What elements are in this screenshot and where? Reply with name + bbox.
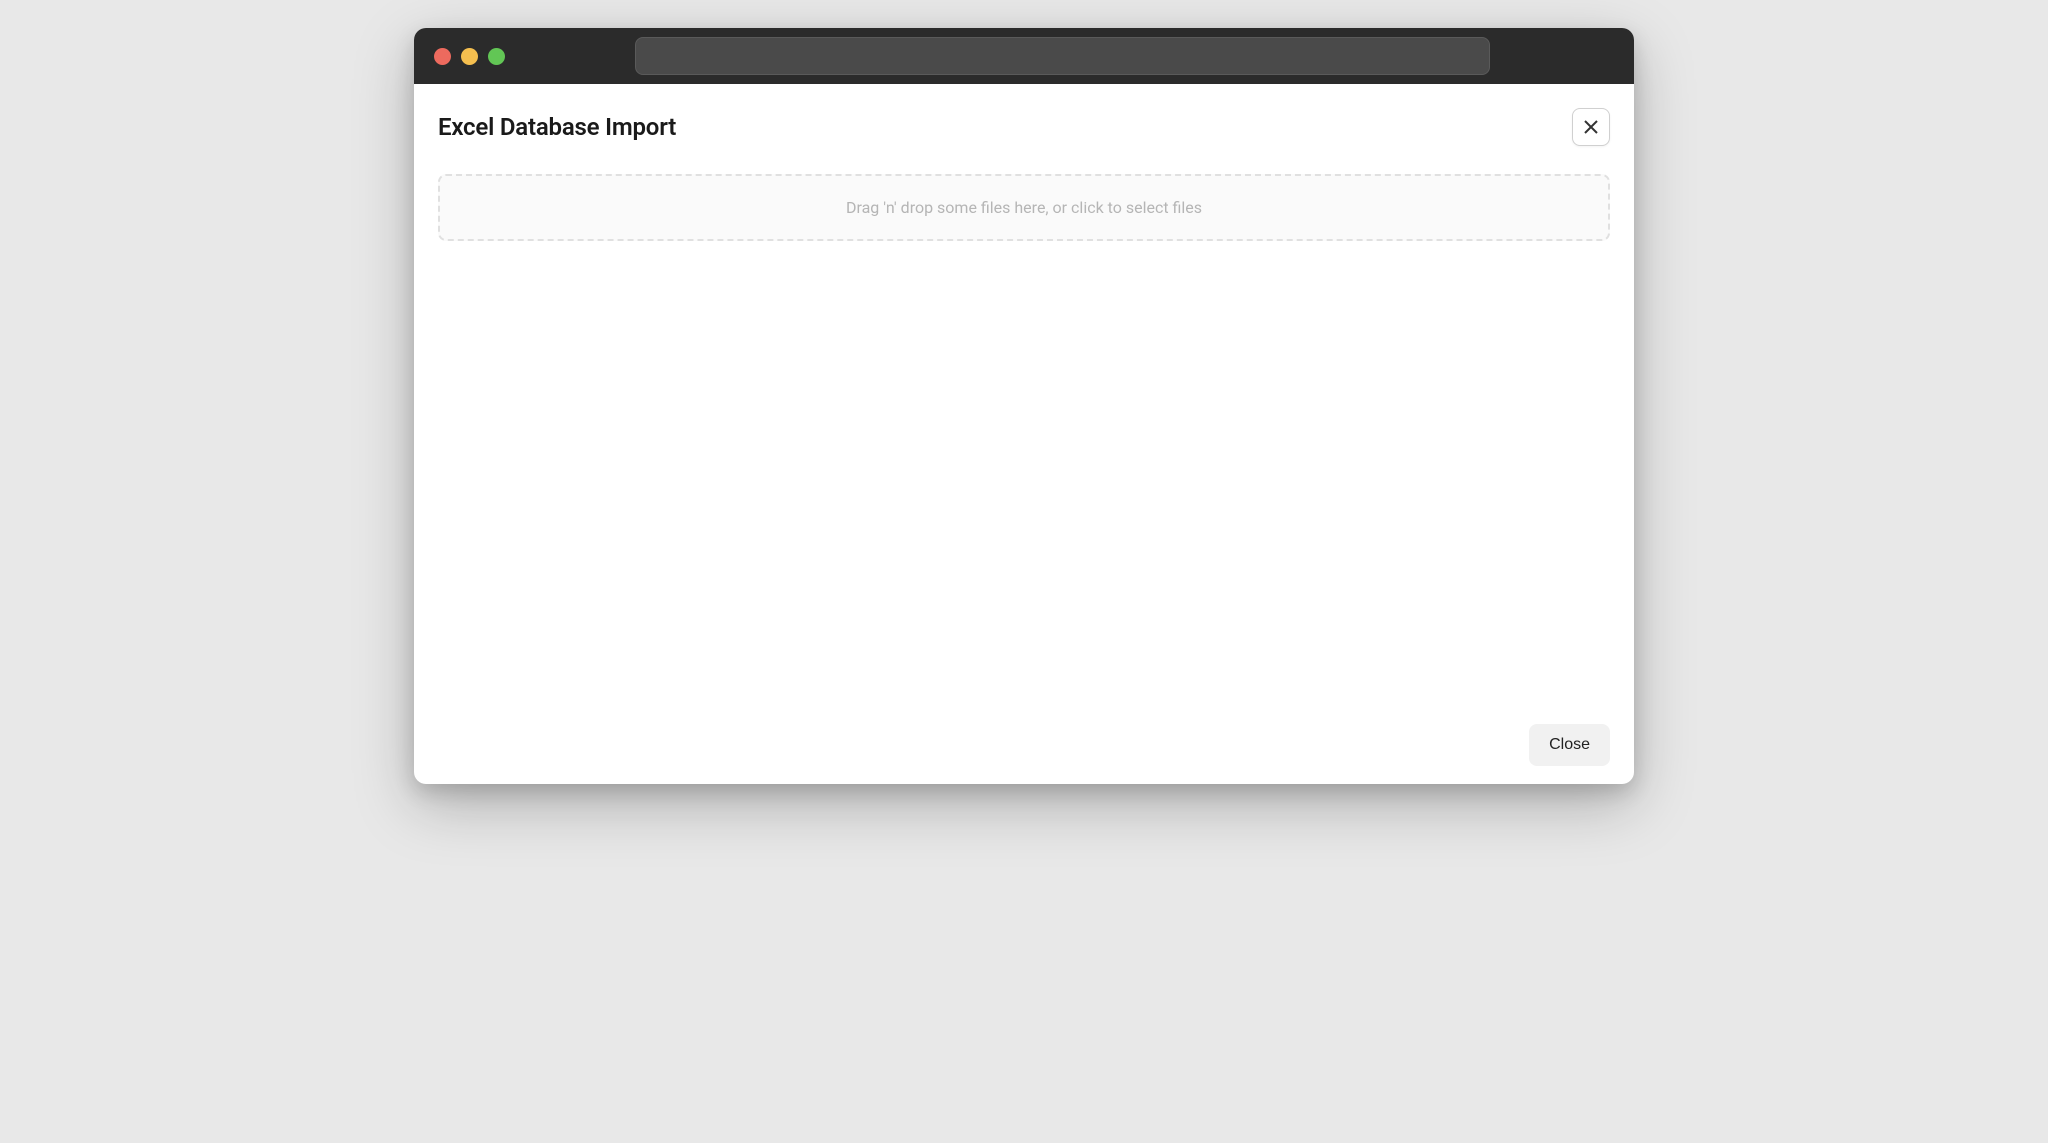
window-close-button[interactable] xyxy=(434,48,451,65)
window-titlebar xyxy=(414,28,1634,84)
file-dropzone[interactable]: Drag 'n' drop some files here, or click … xyxy=(438,174,1610,241)
spacer xyxy=(438,241,1610,724)
window-maximize-button[interactable] xyxy=(488,48,505,65)
modal-footer: Close xyxy=(438,724,1610,766)
window-minimize-button[interactable] xyxy=(461,48,478,65)
app-window: Excel Database Import Drag 'n' drop some… xyxy=(414,28,1634,784)
modal-content: Excel Database Import Drag 'n' drop some… xyxy=(414,84,1634,784)
close-icon xyxy=(1583,119,1599,135)
address-bar[interactable] xyxy=(635,37,1490,75)
modal-close-x-button[interactable] xyxy=(1572,108,1610,146)
traffic-lights xyxy=(434,48,505,65)
modal-title: Excel Database Import xyxy=(438,113,676,141)
close-button[interactable]: Close xyxy=(1529,724,1610,766)
modal-header: Excel Database Import xyxy=(438,108,1610,146)
